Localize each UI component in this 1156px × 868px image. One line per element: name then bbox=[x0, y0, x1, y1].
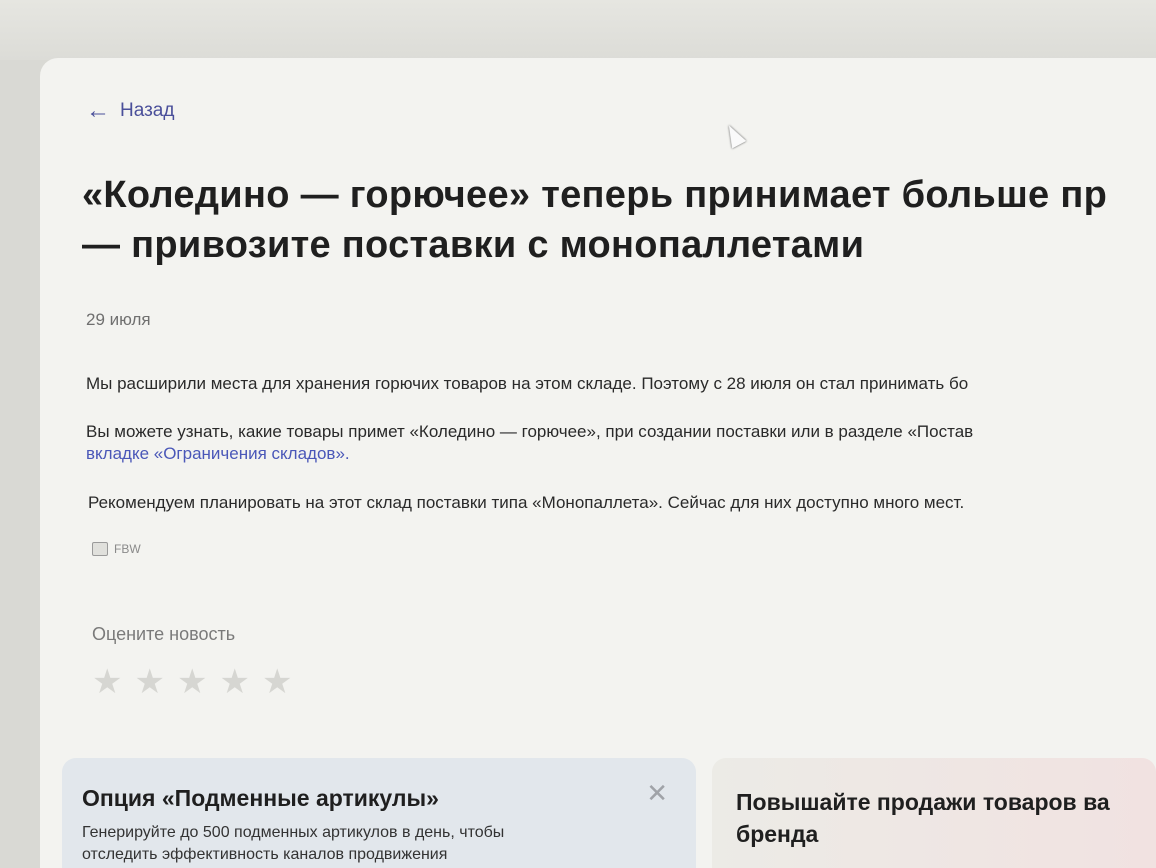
article-title-line-2: — привозите поставки с монопаллетами bbox=[82, 224, 865, 266]
article-date: 29 июля bbox=[86, 310, 151, 329]
star-icon[interactable]: ★ bbox=[92, 662, 122, 702]
star-icon[interactable]: ★ bbox=[219, 662, 249, 702]
close-icon[interactable]: ✕ bbox=[646, 780, 668, 806]
warehouse-limits-link[interactable]: вкладке «Ограничения складов». bbox=[86, 441, 350, 467]
star-icon[interactable]: ★ bbox=[177, 662, 207, 702]
promo-card-brand-sales[interactable]: Повышайте продажи товаров ва бренда bbox=[712, 758, 1156, 868]
star-icon[interactable]: ★ bbox=[134, 662, 164, 702]
promo-card-text-line-2: отследить эффективность каналов продвиже… bbox=[82, 846, 448, 863]
star-icon[interactable]: ★ bbox=[262, 662, 292, 702]
article-paragraph-1: Мы расширили места для хранения горючих … bbox=[86, 374, 969, 393]
back-link[interactable]: ← Назад bbox=[86, 97, 175, 124]
promo-card-text: Генерируйте до 500 подменных артикулов в… bbox=[82, 822, 676, 866]
article-title: «Коледино — горючее» теперь принимает бо… bbox=[82, 170, 1156, 270]
arrow-left-icon: ← bbox=[86, 97, 110, 124]
rating-label: Оцените новость bbox=[92, 624, 236, 644]
back-label: Назад bbox=[120, 100, 175, 121]
promo-card-brand-title-line-2: бренда bbox=[736, 821, 819, 847]
promo-card-text-line-1: Генерируйте до 500 подменных артикулов в… bbox=[82, 824, 505, 841]
tag-label: FBW bbox=[114, 542, 141, 556]
promo-card-substitute-articles[interactable]: Опция «Подменные артикулы» Генерируйте д… bbox=[62, 758, 696, 868]
article-title-line-1: «Коледино — горючее» теперь принимает бо… bbox=[82, 174, 1108, 216]
promo-card-title: Опция «Подменные артикулы» bbox=[82, 785, 439, 811]
article-tag[interactable]: FBW bbox=[92, 542, 141, 556]
promo-card-brand-title-line-1: Повышайте продажи товаров ва bbox=[736, 789, 1110, 815]
article-paragraph-3: Рекомендуем планировать на этот склад по… bbox=[88, 493, 965, 512]
tag-icon bbox=[92, 542, 108, 556]
top-bar-strip bbox=[0, 0, 1156, 60]
rating-stars: ★ ★ ★ ★ ★ bbox=[92, 662, 292, 702]
promo-card-brand-title: Повышайте продажи товаров ва бренда bbox=[736, 786, 1132, 850]
